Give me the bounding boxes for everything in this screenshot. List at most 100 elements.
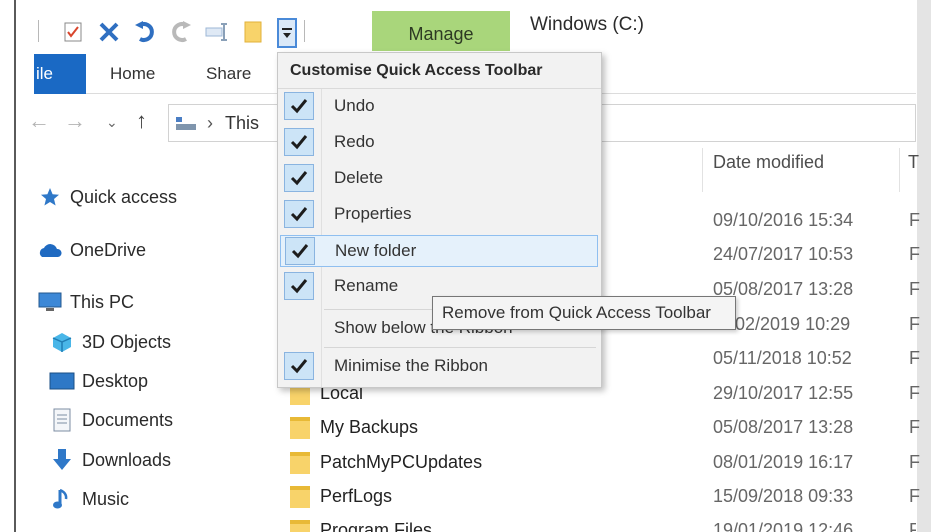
sidebar-item-label: This PC [70,291,135,312]
file-date: 05/08/2017 13:28 [713,417,854,437]
redo-icon[interactable] [168,18,194,46]
sidebar-item-label: Desktop [82,370,149,391]
file-date: 05/11/2018 10:52 [713,348,852,368]
menu-item-minimise-ribbon[interactable]: Minimise the Ribbon [280,351,598,383]
file-name: PerfLogs [320,486,393,506]
tab-file[interactable]: ile [34,54,86,94]
file-type: F [909,279,920,299]
up-arrow-icon[interactable]: ↑ [136,108,147,134]
star-icon [36,186,64,208]
recent-locations-chevron-icon[interactable]: ⌄ [106,114,118,131]
menu-item-label: Undo [334,96,375,115]
undo-icon[interactable] [132,18,158,46]
file-type: F [909,210,920,230]
tab-home[interactable]: Home [110,64,155,84]
checkmark-icon [284,128,314,156]
menu-item-new-folder[interactable]: New folder [280,235,598,267]
computer-icon [36,291,64,313]
checkmark-icon [284,352,314,380]
tooltip: Remove from Quick Access Toolbar [432,296,736,330]
file-type: F [909,520,916,532]
music-note-icon [48,488,76,510]
qat-separator [38,20,39,42]
folder-icon [290,452,310,474]
tab-manage[interactable]: Manage [372,11,510,51]
sidebar-item-documents[interactable]: Documents [48,408,174,432]
cloud-icon [36,239,64,261]
delete-icon[interactable] [96,18,122,46]
cube-icon [48,331,76,353]
file-type: F [909,417,920,437]
menu-item-label: Redo [334,132,375,151]
file-type: F [909,452,920,472]
column-header-date-modified[interactable]: Date modified [713,152,824,173]
file-date: 19/01/2019 12:46 [713,520,854,532]
checkmark-icon [284,272,314,300]
menu-item-properties[interactable]: Properties [280,199,598,231]
desktop-icon [48,370,76,392]
checkmark-icon [284,92,314,120]
file-name: Program Files [320,520,433,532]
file-row[interactable]: Program Files 19/01/2019 12:46 F [290,514,916,532]
file-row[interactable]: My Backups 05/08/2017 13:28 F [290,411,920,445]
menu-item-label: Delete [334,168,384,187]
file-name: PatchMyPCUpdates [320,452,483,472]
checkmark-icon [284,164,314,192]
quick-access-toolbar [34,8,374,54]
menu-item-label: Properties [334,204,412,223]
folder-icon [290,486,310,508]
file-date: 02/2019 10:29 [735,314,851,334]
menu-separator [324,347,596,348]
sidebar-item-quick-access[interactable]: Quick access [36,186,177,208]
drive-icon [175,115,197,131]
sidebar-item-onedrive[interactable]: OneDrive [36,239,146,261]
window-left-border [14,0,16,532]
sidebar-item-label: 3D Objects [82,331,172,352]
sidebar-item-music[interactable]: Music [48,488,129,510]
properties-icon[interactable] [60,18,86,46]
file-explorer-window: Manage Windows (C:) ile Home Share ← → ⌄… [0,0,931,532]
qat-separator [304,20,305,42]
sidebar-item-downloads[interactable]: Downloads [48,449,171,471]
sidebar-item-label: Documents [82,409,174,430]
breadcrumb-separator: › [207,112,213,133]
breadcrumb-this-pc[interactable]: This [225,113,259,134]
file-date: 24/07/2017 10:53 [713,244,854,264]
file-type: F [909,383,920,403]
menu-item-redo[interactable]: Redo [280,127,598,159]
file-type: F [909,348,920,368]
file-name: My Backups [320,417,419,437]
customise-dropdown-icon[interactable] [277,18,297,48]
new-folder-icon[interactable] [240,18,266,46]
file-type: F [909,314,920,334]
sidebar-item-label: Music [82,488,130,509]
column-divider[interactable] [702,148,703,192]
column-header-type[interactable]: T [908,152,919,173]
document-icon [48,408,76,432]
sidebar-item-label: OneDrive [70,239,147,260]
back-arrow-icon[interactable]: ← [28,108,50,134]
menu-item-label: Minimise the Ribbon [334,356,489,375]
sidebar-item-this-pc[interactable]: This PC [36,291,134,313]
menu-header: Customise Quick Access Toolbar [278,53,601,89]
menu-item-label: Rename [334,276,399,295]
checkmark-icon [284,200,314,228]
file-row[interactable]: PerfLogs 15/09/2018 09:33 F [290,480,920,514]
sidebar-item-desktop[interactable]: Desktop [48,370,148,392]
column-divider[interactable] [899,148,900,192]
forward-arrow-icon[interactable]: → [64,108,86,134]
navigation-pane: Quick access OneDrive This PC 3D Objects… [34,170,274,532]
sidebar-item-label: Downloads [82,449,172,470]
customise-qat-menu: Customise Quick Access Toolbar Undo Redo… [277,52,602,388]
menu-item-delete[interactable]: Delete [280,163,598,195]
checkmark-icon [285,237,315,265]
file-date: 15/09/2018 09:33 [713,486,854,506]
rename-icon[interactable] [204,18,230,46]
sidebar-item-label: Quick access [70,186,178,207]
menu-item-label: New folder [335,241,417,260]
menu-item-undo[interactable]: Undo [280,91,598,123]
tab-share[interactable]: Share [206,64,251,84]
file-date: 08/01/2019 16:17 [713,452,854,472]
file-row[interactable]: PatchMyPCUpdates 08/01/2019 16:17 F [290,446,920,480]
sidebar-item-3d-objects[interactable]: 3D Objects [48,331,171,353]
